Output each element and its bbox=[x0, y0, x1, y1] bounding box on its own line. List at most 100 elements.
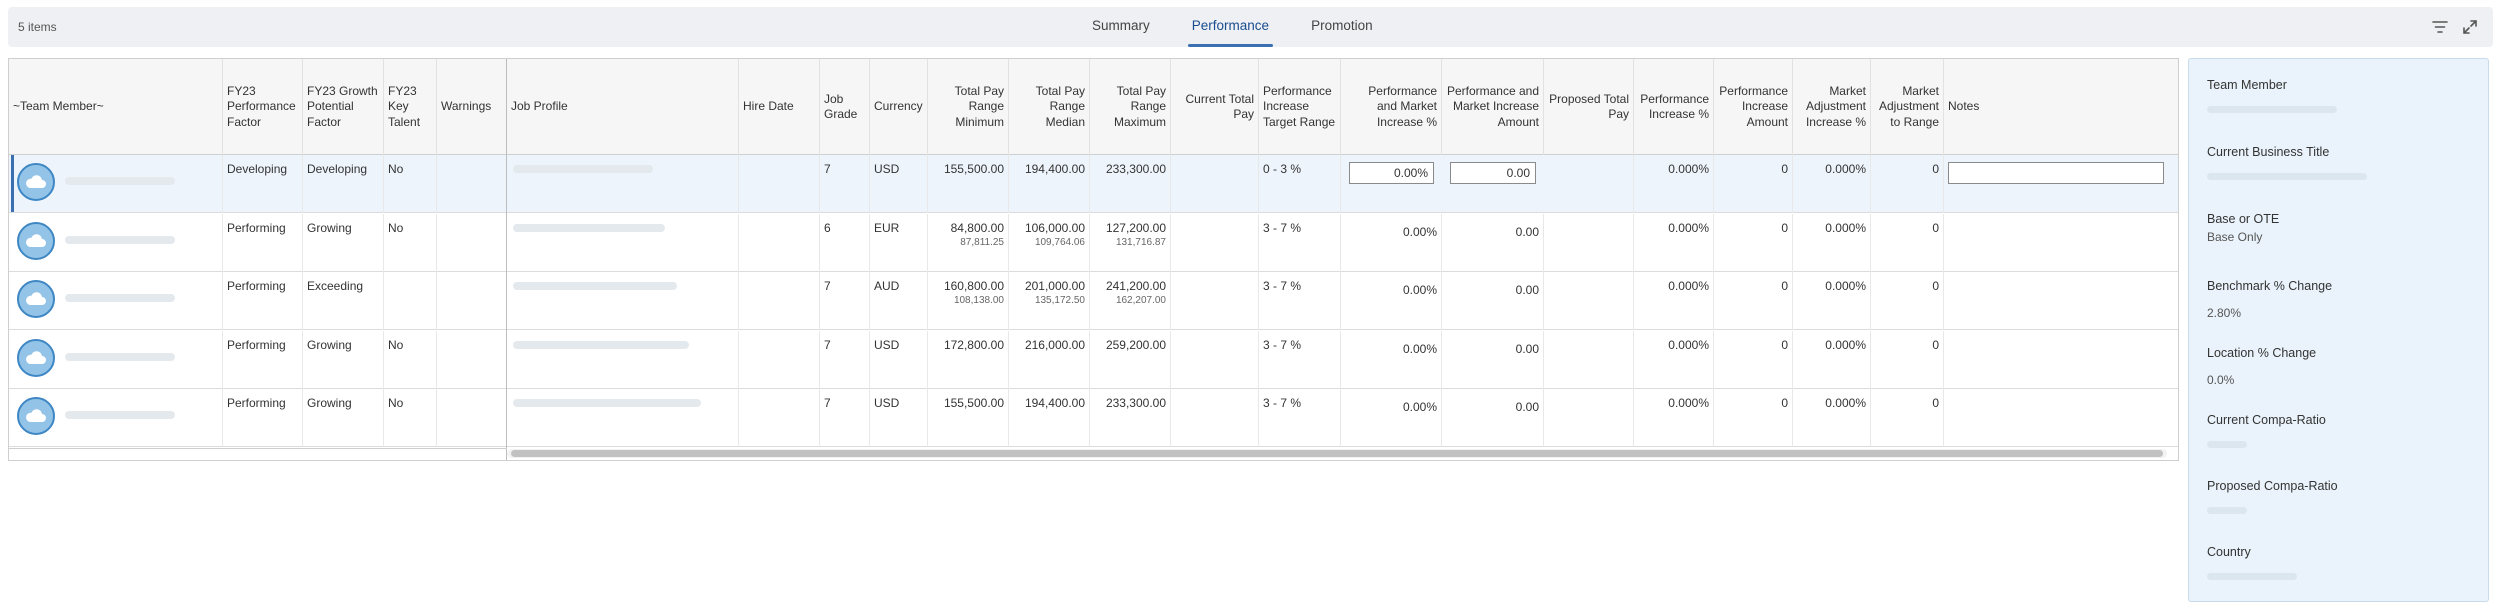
col-job-grade[interactable]: Job Grade bbox=[820, 59, 870, 155]
avatar[interactable] bbox=[17, 280, 55, 319]
cell-performance-factor: Performing bbox=[223, 272, 303, 331]
cell-pay-range-median: 201,000.00 135,172.50 bbox=[1009, 272, 1090, 331]
amount: 233,300.00 bbox=[1105, 162, 1166, 176]
cell-proposed-total-pay bbox=[1544, 389, 1634, 448]
cell-market-adjustment-range: 0 bbox=[1871, 213, 1944, 272]
col-warnings[interactable]: Warnings bbox=[437, 59, 507, 155]
table-row[interactable]: Performing Exceeding 7 AUD 160,800.00 108,138… bbox=[9, 272, 2178, 331]
field-proposed-compa-ratio: Proposed Compa-Ratio bbox=[2207, 479, 2338, 514]
col-performance-factor[interactable]: FY23 Performance Factor bbox=[223, 59, 303, 155]
amount: 155,500.00 bbox=[943, 396, 1004, 411]
redacted-name bbox=[65, 352, 175, 361]
field-current-compa-ratio: Current Compa-Ratio bbox=[2207, 413, 2326, 448]
col-pay-range-minimum[interactable]: Total Pay Range Minimum bbox=[928, 59, 1009, 155]
cell-proposed-total-pay bbox=[1544, 272, 1634, 331]
avatar[interactable] bbox=[17, 397, 55, 436]
avatar[interactable] bbox=[17, 221, 55, 260]
amount: 106,000.00 bbox=[1024, 220, 1085, 235]
redacted-value bbox=[2207, 507, 2247, 514]
amount: 160,800.00 bbox=[943, 279, 1004, 294]
cell-performance-target-range: 3 - 7 % bbox=[1259, 272, 1341, 331]
cell-performance-target-range: 3 - 7 % bbox=[1259, 389, 1341, 448]
col-job-profile[interactable]: Job Profile bbox=[507, 59, 739, 155]
cell-current-total-pay bbox=[1171, 155, 1259, 213]
tab-summary[interactable]: Summary bbox=[1088, 7, 1154, 47]
tab-promotion[interactable]: Promotion bbox=[1307, 7, 1377, 47]
cell-current-total-pay bbox=[1171, 330, 1259, 389]
col-growth-potential[interactable]: FY23 Growth Potential Factor bbox=[303, 59, 384, 155]
col-pay-range-maximum[interactable]: Total Pay Range Maximum bbox=[1090, 59, 1171, 155]
redacted-value bbox=[2207, 441, 2247, 448]
cell-currency: AUD bbox=[870, 272, 928, 331]
tab-performance[interactable]: Performance bbox=[1187, 7, 1274, 47]
col-market-adjustment-range[interactable]: Market Adjustment to Range bbox=[1871, 59, 1944, 155]
col-performance-increase-amount[interactable]: Performance Increase Amount bbox=[1714, 59, 1793, 155]
converted-amount: 109,764.06 bbox=[1034, 236, 1085, 248]
cell-job-grade: 7 bbox=[820, 155, 870, 213]
worksheet-grid: ~Team Member~ FY23 Performance Factor FY… bbox=[8, 58, 2179, 461]
cell-job-profile bbox=[507, 272, 739, 331]
cell-job-grade: 7 bbox=[820, 330, 870, 389]
table-row[interactable]: Performing Growing No 6 EUR 84,800.00 87,811.2… bbox=[9, 213, 2178, 272]
cloud-icon bbox=[24, 233, 48, 249]
cell-market-adjustment-pct: 0.000% bbox=[1793, 330, 1871, 389]
filter-icon[interactable] bbox=[2431, 18, 2449, 36]
field-base-or-ote: Base or OTE Base Only bbox=[2207, 212, 2279, 244]
col-key-talent[interactable]: FY23 Key Talent bbox=[384, 59, 437, 155]
redacted-name bbox=[65, 411, 175, 420]
horizontal-scrollbar[interactable] bbox=[507, 449, 2167, 458]
table-row[interactable]: Performing Growing No 7 USD 172,800.00 216,000… bbox=[9, 330, 2178, 389]
cell-pay-range-minimum: 172,800.00 bbox=[928, 330, 1009, 389]
col-current-total-pay[interactable]: Current Total Pay bbox=[1171, 59, 1259, 155]
cell-pay-range-minimum: 155,500.00 bbox=[928, 155, 1009, 213]
col-performance-market-pct[interactable]: Performance and Market Increase % bbox=[1341, 59, 1442, 155]
table-row[interactable]: Developing Developing No 7 USD 155,500.00 194,… bbox=[9, 155, 2178, 213]
col-pay-range-median[interactable]: Total Pay Range Median bbox=[1009, 59, 1090, 155]
col-notes[interactable]: Notes bbox=[1944, 59, 2178, 155]
avatar[interactable] bbox=[17, 338, 55, 377]
col-currency[interactable]: Currency bbox=[870, 59, 928, 155]
cell-job-grade: 6 bbox=[820, 213, 870, 272]
cell-pay-range-median: 194,400.00 bbox=[1009, 155, 1090, 213]
performance-market-pct-input[interactable] bbox=[1349, 162, 1434, 184]
cell-growth-potential: Developing bbox=[303, 155, 384, 213]
cell-current-total-pay bbox=[1171, 213, 1259, 272]
notes-input[interactable] bbox=[1948, 162, 2164, 184]
cell-pay-range-minimum: 155,500.00 bbox=[928, 389, 1009, 448]
amount: 155,500.00 bbox=[943, 162, 1004, 176]
col-performance-increase-pct[interactable]: Performance Increase % bbox=[1634, 59, 1714, 155]
converted-amount: 87,811.25 bbox=[960, 236, 1004, 248]
amount: 194,400.00 bbox=[1024, 162, 1085, 176]
expand-icon[interactable] bbox=[2461, 18, 2479, 36]
cell-performance-factor: Performing bbox=[223, 389, 303, 448]
redacted-job-profile bbox=[513, 399, 701, 408]
col-performance-market-amount[interactable]: Performance and Market Increase Amount bbox=[1442, 59, 1544, 155]
converted-amount: 108,138.00 bbox=[953, 295, 1004, 307]
col-performance-target-range[interactable]: Performance Increase Target Range bbox=[1259, 59, 1341, 155]
avatar[interactable] bbox=[17, 163, 55, 201]
col-proposed-total-pay[interactable]: Proposed Total Pay bbox=[1544, 59, 1634, 155]
table-row[interactable]: Performing Growing No 7 USD 155,500.00 194,400… bbox=[9, 389, 2178, 448]
cell-hire-date bbox=[739, 330, 820, 389]
items-count: 5 items bbox=[18, 20, 57, 34]
horizontal-scrollbar-thumb[interactable] bbox=[511, 450, 2163, 457]
col-market-adjustment-pct[interactable]: Market Adjustment Increase % bbox=[1793, 59, 1871, 155]
cell-current-total-pay bbox=[1171, 272, 1259, 331]
label-benchmark-change: Benchmark % Change bbox=[2207, 279, 2333, 293]
redacted-job-profile bbox=[513, 223, 665, 232]
cell-key-talent: No bbox=[384, 213, 437, 272]
converted-amount: 131,716.87 bbox=[1115, 236, 1166, 248]
cell-market-adjustment-range: 0 bbox=[1871, 330, 1944, 389]
cell-performance-increase-amount: 0 bbox=[1714, 213, 1793, 272]
col-team-member[interactable]: ~Team Member~ bbox=[9, 59, 223, 155]
cell-market-adjustment-range: 0 bbox=[1871, 272, 1944, 331]
cell-proposed-total-pay bbox=[1544, 330, 1634, 389]
cell-currency: EUR bbox=[870, 213, 928, 272]
performance-market-amount-input[interactable] bbox=[1450, 162, 1536, 184]
cell-performance-factor: Developing bbox=[223, 155, 303, 213]
col-hire-date[interactable]: Hire Date bbox=[739, 59, 820, 155]
value-location-change: 0.0% bbox=[2207, 373, 2235, 387]
cell-job-grade: 7 bbox=[820, 272, 870, 331]
cell-warnings bbox=[437, 213, 507, 272]
label-location-change: Location % Change bbox=[2207, 346, 2317, 360]
